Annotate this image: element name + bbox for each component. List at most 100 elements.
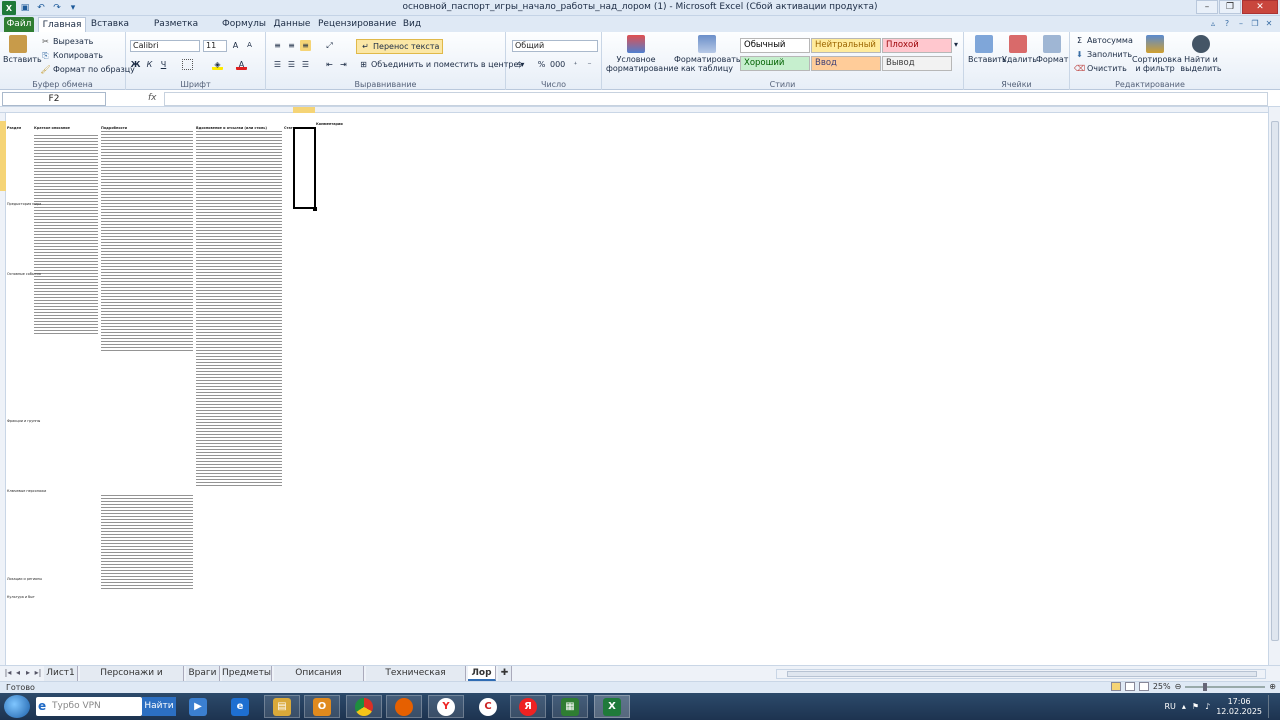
zoom-slider-knob[interactable]: [1203, 682, 1208, 691]
cell-text-block[interactable]: [101, 131, 193, 353]
vertical-scroll-thumb[interactable]: [1271, 121, 1279, 641]
borders-button[interactable]: [182, 59, 193, 70]
delete-cells-button[interactable]: Удалить: [1002, 35, 1037, 64]
conditional-formatting-button[interactable]: Условное форматирование: [606, 35, 679, 73]
workbook-minimize-icon[interactable]: –: [1236, 18, 1246, 28]
wrap-text-button[interactable]: ↵ Перенос текста: [356, 39, 444, 54]
taskbar-spreadsheet[interactable]: ▦: [552, 695, 588, 718]
restore-button[interactable]: ❐: [1219, 0, 1241, 14]
start-button[interactable]: [4, 695, 30, 718]
sheet-tab-items[interactable]: Предметы: [222, 666, 272, 681]
taskbar-search-input[interactable]: e Турбо VPN: [36, 697, 142, 716]
align-left-button[interactable]: ☰: [272, 59, 283, 70]
header-summary[interactable]: Краткое описание: [34, 126, 70, 130]
align-middle-button[interactable]: ≡: [286, 40, 297, 51]
help-icon[interactable]: ?: [1222, 18, 1232, 28]
fx-icon[interactable]: fx: [148, 93, 157, 103]
paste-button[interactable]: Вставить: [3, 35, 42, 64]
taskbar-media-player[interactable]: ▶: [180, 695, 216, 718]
close-button[interactable]: ✕: [1242, 0, 1278, 14]
copy-button[interactable]: ⎘ Копировать: [40, 50, 103, 61]
style-good[interactable]: Хороший: [740, 56, 810, 71]
selected-column-header[interactable]: [293, 107, 315, 113]
header-comments[interactable]: Комментарии: [316, 122, 343, 126]
horizontal-scroll-thumb[interactable]: [787, 671, 1257, 677]
increase-indent-button[interactable]: ⇥: [338, 59, 349, 70]
format-painter-button[interactable]: 🖌 Формат по образцу: [40, 64, 135, 75]
cell-text-block[interactable]: [34, 135, 98, 335]
fill-color-button[interactable]: ◈: [212, 59, 223, 70]
active-cell-f2[interactable]: [293, 127, 316, 209]
sheet-tab-technical[interactable]: Техническая сторона: [366, 666, 466, 692]
row-label-factions[interactable]: Фракции и группы: [7, 419, 40, 423]
merge-center-button[interactable]: ⊞ Объединить и поместить в центре ▾: [358, 59, 524, 70]
clear-button[interactable]: ⌫ Очистить: [1074, 63, 1127, 74]
taskbar-yandex-browser[interactable]: Y: [428, 695, 464, 718]
shrink-font-button[interactable]: A: [244, 40, 255, 51]
orientation-button[interactable]: ⤢: [324, 40, 335, 51]
currency-button[interactable]: $: [514, 59, 525, 70]
worksheet-grid[interactable]: Раздел Краткое описание Подробности Вдох…: [0, 107, 1268, 665]
row-headers[interactable]: [0, 113, 6, 665]
fill-handle[interactable]: [313, 207, 317, 211]
volume-icon[interactable]: ♪: [1205, 702, 1210, 711]
formula-input[interactable]: [164, 92, 1268, 106]
align-bottom-button[interactable]: ≡: [300, 40, 311, 51]
italic-button[interactable]: К: [144, 59, 155, 70]
taskbar-yandex[interactable]: Я: [510, 695, 546, 718]
header-inspiration[interactable]: Вдохновение и отсылки (или стиль): [196, 126, 267, 130]
sheet-tab-lore[interactable]: Лор: [468, 666, 496, 681]
font-size-select[interactable]: 11: [203, 40, 227, 52]
insert-cells-button[interactable]: Вставить: [968, 35, 1007, 64]
sheet-tab-enemies[interactable]: Враги: [186, 666, 220, 681]
decrease-indent-button[interactable]: ⇤: [324, 59, 335, 70]
minimize-button[interactable]: –: [1196, 0, 1218, 14]
tray-expand-icon[interactable]: ▴: [1182, 702, 1186, 711]
vertical-scrollbar[interactable]: [1268, 107, 1280, 665]
comma-button[interactable]: 000: [550, 59, 565, 70]
workbook-restore-icon[interactable]: ❐: [1250, 18, 1260, 28]
zoom-slider[interactable]: [1185, 682, 1266, 691]
selected-row-header[interactable]: [0, 121, 6, 191]
style-output[interactable]: Вывод: [882, 56, 952, 71]
styles-more-button[interactable]: ▾: [954, 40, 958, 49]
page-break-view-button[interactable]: [1138, 682, 1149, 691]
header-details[interactable]: Подробности: [101, 126, 127, 130]
decrease-decimal-button[interactable]: ⁻: [584, 59, 595, 70]
taskbar-ie[interactable]: e: [222, 695, 258, 718]
underline-button[interactable]: Ч: [158, 59, 169, 70]
cell-text-block[interactable]: [196, 131, 282, 486]
align-center-button[interactable]: ☰: [286, 59, 297, 70]
last-sheet-icon[interactable]: ▸|: [34, 668, 42, 677]
taskbar-chrome[interactable]: [346, 695, 382, 718]
align-top-button[interactable]: ≡: [272, 40, 283, 51]
style-input[interactable]: Ввод: [811, 56, 881, 71]
autosum-button[interactable]: Σ Автосумма: [1074, 35, 1133, 46]
minimize-ribbon-icon[interactable]: ▵: [1208, 18, 1218, 28]
normal-view-button[interactable]: [1110, 682, 1121, 691]
network-icon[interactable]: ⚑: [1192, 702, 1199, 711]
first-sheet-icon[interactable]: |◂: [4, 668, 12, 677]
font-name-select[interactable]: Calibri: [130, 40, 200, 52]
style-neutral[interactable]: Нейтральный: [811, 38, 881, 53]
name-box[interactable]: F2: [2, 92, 106, 106]
font-color-button[interactable]: A: [236, 59, 247, 70]
tab-insert[interactable]: Вставка: [90, 17, 130, 32]
align-right-button[interactable]: ☰: [300, 59, 311, 70]
clock[interactable]: 17:06 12.02.2025: [1216, 697, 1262, 717]
sheet-tab-characters[interactable]: Персонажи и существа: [80, 666, 184, 692]
page-layout-view-button[interactable]: [1124, 682, 1135, 691]
cell-text-block[interactable]: [101, 495, 193, 589]
tab-review[interactable]: Рецензирование: [318, 17, 396, 32]
sort-filter-button[interactable]: Сортировка и фильтр: [1132, 35, 1182, 73]
taskbar-search-button[interactable]: Найти: [142, 697, 176, 716]
percent-button[interactable]: %: [536, 59, 547, 70]
cut-button[interactable]: ✂ Вырезать: [40, 36, 93, 47]
zoom-level[interactable]: 25%: [1153, 682, 1171, 691]
show-desktop-button[interactable]: [1268, 695, 1276, 718]
bold-button[interactable]: Ж: [130, 59, 141, 70]
next-sheet-icon[interactable]: ▸: [24, 668, 32, 677]
column-headers[interactable]: [0, 107, 1268, 113]
prev-sheet-icon[interactable]: ◂: [14, 668, 22, 677]
row-label-characters[interactable]: Ключевые персонажи: [7, 489, 46, 493]
